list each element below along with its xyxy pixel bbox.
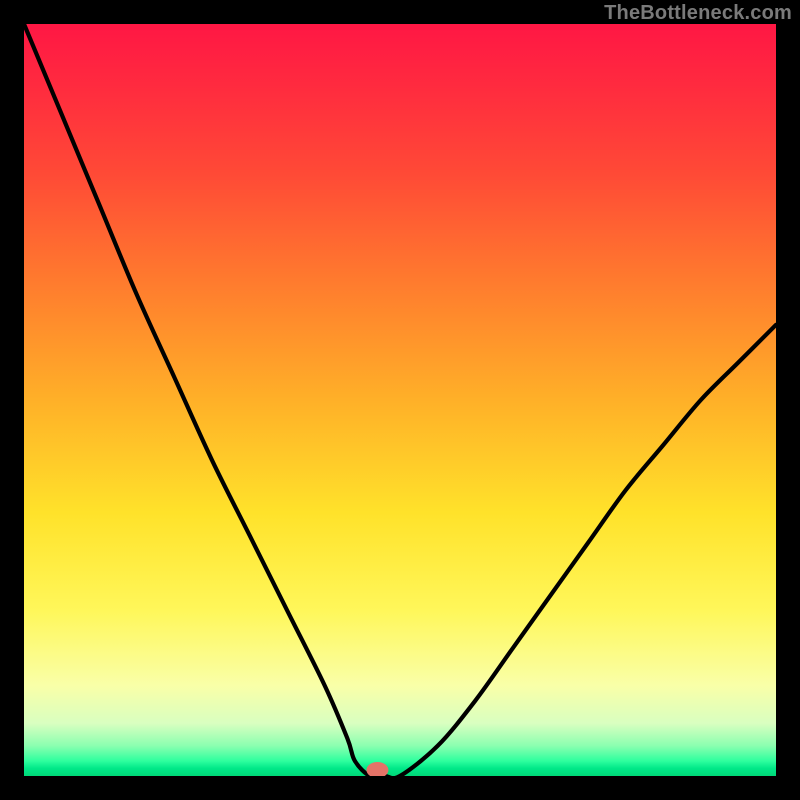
minimum-marker	[24, 24, 776, 776]
chart-frame: TheBottleneck.com	[0, 0, 800, 800]
watermark-text: TheBottleneck.com	[604, 2, 792, 25]
plot-area	[24, 24, 776, 776]
